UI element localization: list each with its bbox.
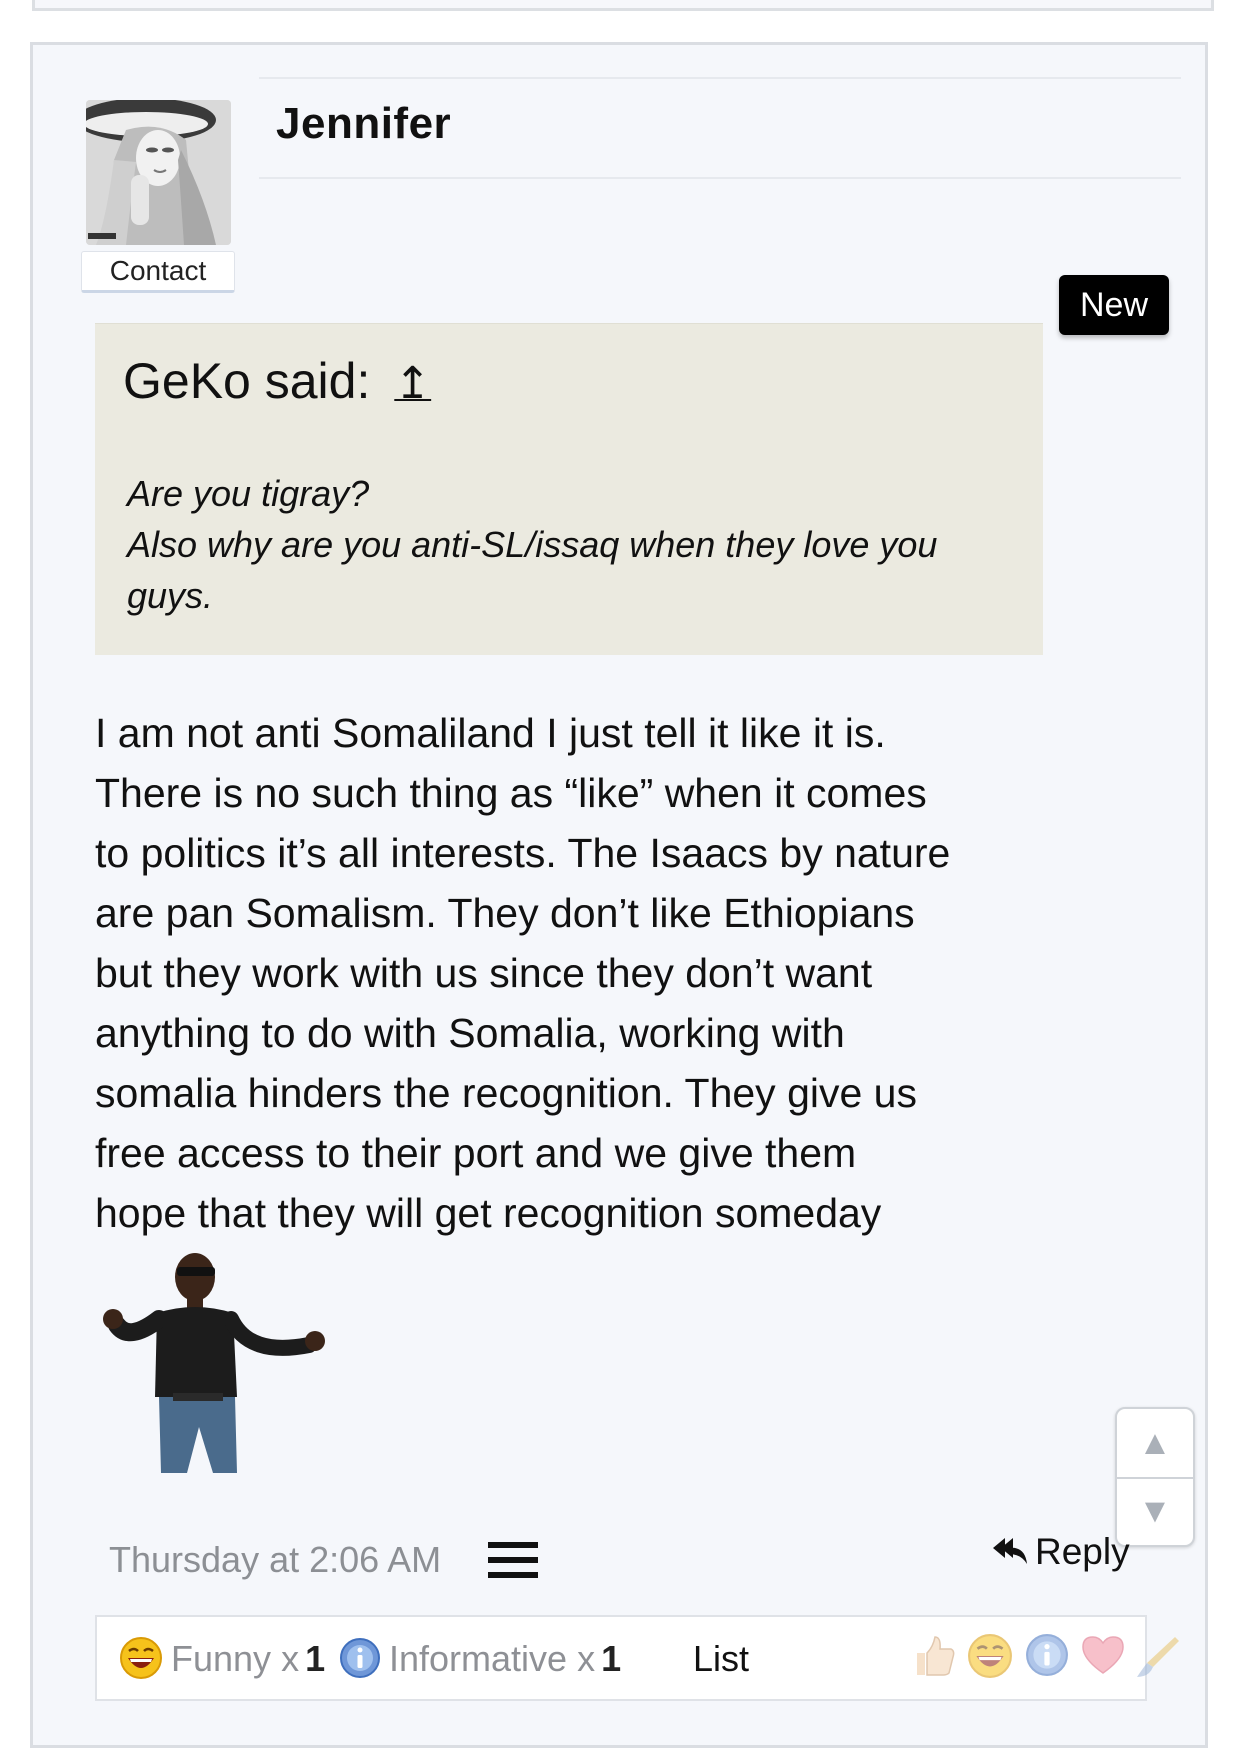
- laughing-face-icon[interactable]: [967, 1633, 1013, 1679]
- previous-post-edge: [32, 0, 1214, 11]
- quote-block: GeKo said: ↥ Are you tigray? Also why ar…: [95, 323, 1043, 655]
- quote-author: GeKo said: ↥: [123, 352, 431, 410]
- quote-text: Are you tigray? Also why are you anti-SL…: [127, 468, 1027, 621]
- post-timestamp[interactable]: Thursday at 2:06 AM: [109, 1539, 441, 1581]
- username[interactable]: Jennifer: [276, 99, 451, 149]
- info-icon: [340, 1638, 380, 1679]
- laughing-face-icon: [120, 1637, 162, 1680]
- info-icon[interactable]: [1025, 1633, 1069, 1677]
- reactions-list-link[interactable]: List: [693, 1635, 749, 1683]
- reaction-informative-x: x: [577, 1638, 596, 1679]
- reaction-informative-count: 1: [601, 1638, 622, 1679]
- thumbs-up-icon[interactable]: [911, 1633, 957, 1679]
- user-avatar[interactable]: [86, 100, 231, 245]
- message-line: anything to do with Somalia, working wit…: [95, 1010, 845, 1056]
- quote-line: Are you tigray?: [127, 473, 370, 514]
- message-line: but they work with us since they don’t w…: [95, 950, 873, 996]
- message-line: hope that they will get recognition some…: [95, 1190, 882, 1236]
- reaction-funny[interactable]: Funny x1: [119, 1635, 325, 1683]
- message-line: There is no such thing as “like” when it…: [95, 770, 927, 816]
- quote-line: guys.: [127, 575, 214, 616]
- reaction-funny-x: x: [281, 1638, 300, 1679]
- reaction-informative-label: Informative: [389, 1638, 568, 1679]
- reaction-informative[interactable]: Informative x1: [339, 1635, 621, 1683]
- forum-post: Contact Jennifer New GeKo said: ↥ Are yo…: [30, 42, 1208, 1748]
- reactions-bar: Funny x1 Informative x1 List: [95, 1615, 1179, 1701]
- shrug-gif-image: [99, 1237, 339, 1475]
- brush-icon[interactable]: [1135, 1633, 1181, 1679]
- reaction-funny-count: 1: [305, 1638, 326, 1679]
- reaction-funny-label: Funny: [171, 1638, 272, 1679]
- message-line: free access to their port and we give th…: [95, 1130, 857, 1176]
- reply-label: Reply: [1035, 1531, 1130, 1572]
- contact-button[interactable]: Contact: [81, 251, 235, 293]
- scroll-up-button[interactable]: ▲: [1117, 1409, 1193, 1479]
- scroll-nav-buttons: ▲ ▼: [1115, 1407, 1195, 1547]
- heart-icon[interactable]: [1079, 1633, 1127, 1677]
- quote-author-label: GeKo said:: [123, 353, 371, 409]
- reply-button[interactable]: Reply: [991, 1531, 1130, 1573]
- message-line: are pan Somalism. They don’t like Ethiop…: [95, 890, 915, 936]
- message-line: somalia hinders the recognition. They gi…: [95, 1070, 917, 1116]
- jump-to-quote-icon[interactable]: ↥: [394, 358, 431, 409]
- new-badge: New: [1059, 275, 1169, 335]
- reply-arrow-icon: [993, 1538, 1027, 1565]
- hamburger-menu-icon[interactable]: [488, 1542, 540, 1582]
- message-line: I am not anti Somaliland I just tell it …: [95, 710, 886, 756]
- message-line: to politics it’s all interests. The Isaa…: [95, 830, 951, 876]
- quote-line: Also why are you anti-SL/issaq when they…: [127, 524, 938, 565]
- message-body: I am not anti Somaliland I just tell it …: [95, 703, 1055, 1243]
- user-header: Jennifer: [259, 77, 1181, 179]
